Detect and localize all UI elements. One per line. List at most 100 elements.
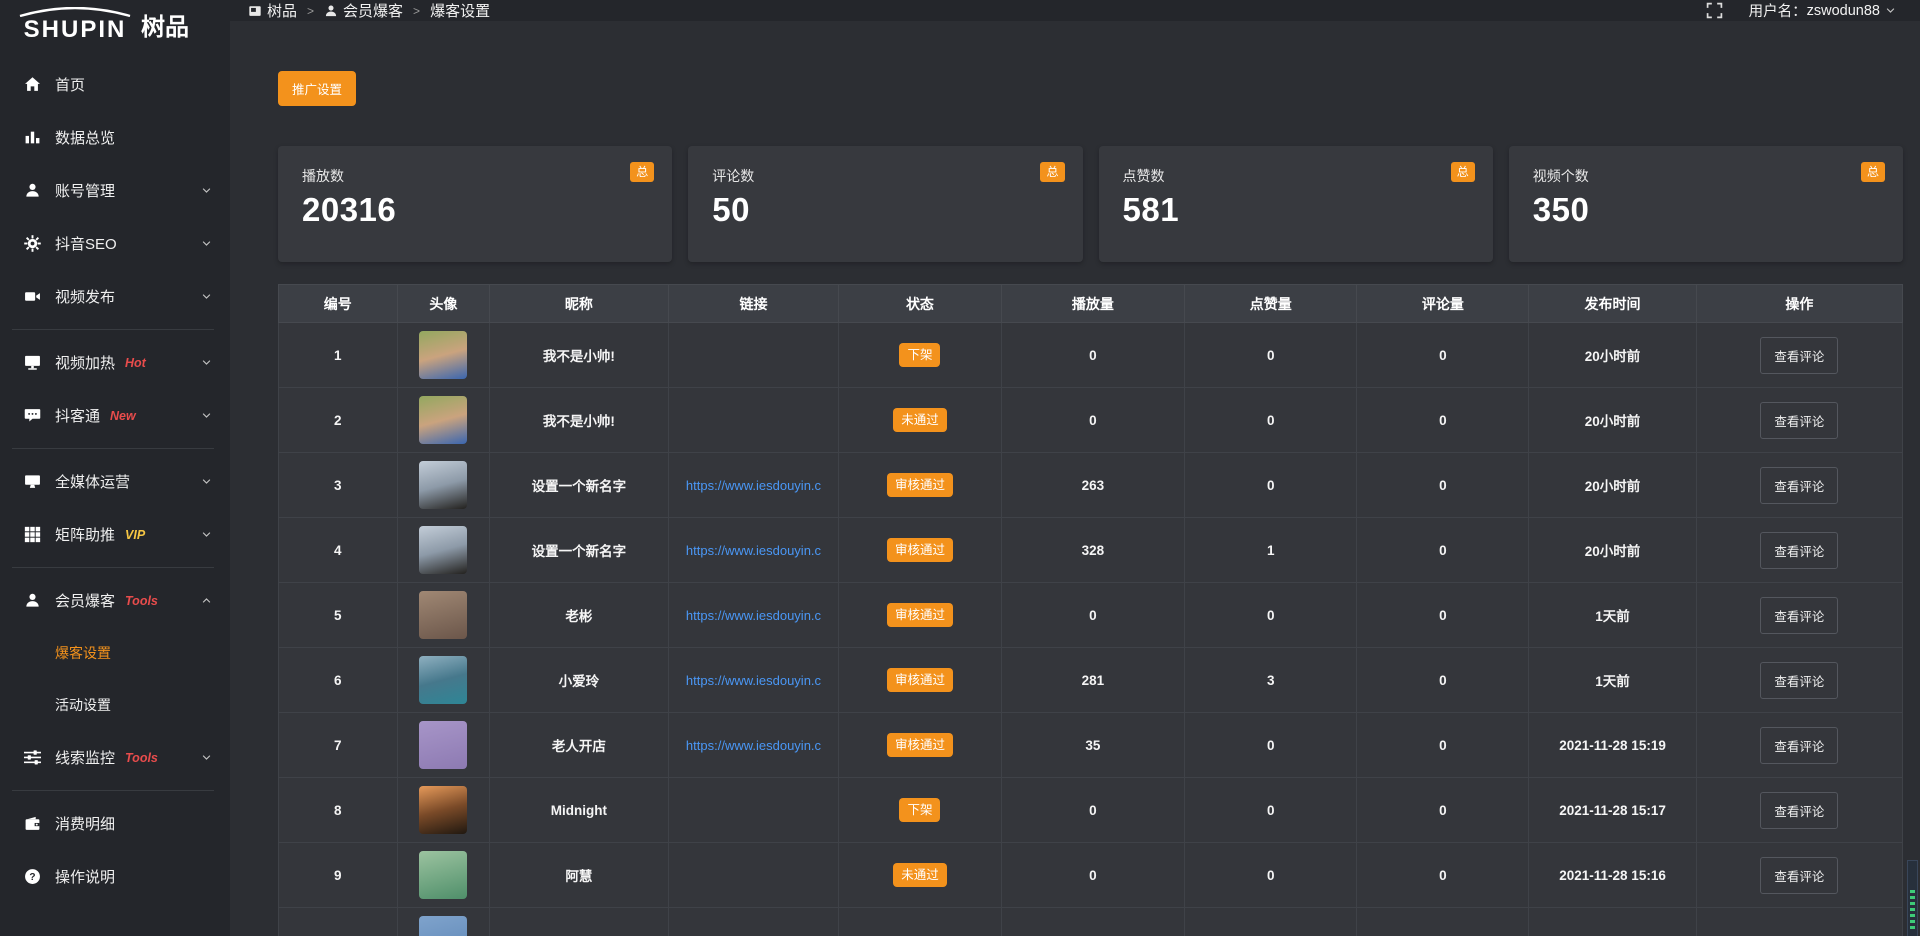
question-icon: ? bbox=[24, 868, 41, 885]
promo-settings-button[interactable]: 推广设置 bbox=[278, 71, 356, 106]
sidebar-item[interactable]: 视频加热Hot bbox=[0, 336, 230, 389]
column-header: 链接 bbox=[668, 285, 839, 323]
stat-label: 评论数 bbox=[712, 166, 1058, 186]
sidebar-item[interactable]: 会员爆客Tools bbox=[0, 574, 230, 627]
view-comments-button[interactable]: 查看评论 bbox=[1760, 727, 1838, 764]
video-link[interactable]: https://www.iesdouyin.c bbox=[686, 543, 821, 558]
records-table: 编号头像昵称链接状态播放量点赞量评论量发布时间操作 1我不是小帅!下架00020… bbox=[278, 284, 1903, 936]
avatar bbox=[419, 916, 467, 936]
video-link[interactable]: https://www.iesdouyin.c bbox=[686, 478, 821, 493]
sidebar-item[interactable]: 全媒体运营 bbox=[0, 455, 230, 508]
topbar-right: 用户名：zswodun88 bbox=[1706, 0, 1896, 21]
cell-nickname: 设置一个新名字 bbox=[490, 453, 669, 518]
video-link[interactable]: https://www.iesdouyin.c bbox=[686, 608, 821, 623]
cell-published: 20小时前 bbox=[1529, 323, 1696, 388]
cell-action: 查看评论 bbox=[1696, 843, 1902, 908]
cell-action: 查看评论 bbox=[1696, 778, 1902, 843]
status-badge: 审核通过 bbox=[887, 603, 953, 628]
column-header: 评论量 bbox=[1357, 285, 1529, 323]
sidebar-item[interactable]: 账号管理 bbox=[0, 164, 230, 217]
sidebar-item[interactable]: 数据总览 bbox=[0, 111, 230, 164]
sidebar-subitem-label: 爆客设置 bbox=[55, 643, 111, 663]
chart-icon bbox=[24, 129, 41, 146]
cell-comments: 0 bbox=[1357, 713, 1529, 778]
cell-status bbox=[839, 908, 1001, 936]
sidebar-item[interactable]: 抖音SEO bbox=[0, 217, 230, 270]
cell-avatar bbox=[397, 843, 490, 908]
sidebar-item[interactable]: 线索监控Tools bbox=[0, 731, 230, 784]
cell-likes: 0 bbox=[1185, 778, 1357, 843]
video-link[interactable]: https://www.iesdouyin.c bbox=[686, 738, 821, 753]
sidebar-subitem[interactable]: 爆客设置 bbox=[0, 627, 230, 679]
stat-value: 20316 bbox=[302, 191, 648, 229]
username-value: zswodun88 bbox=[1807, 3, 1880, 19]
cell-published: 1天前 bbox=[1529, 648, 1696, 713]
table-wrap: 编号头像昵称链接状态播放量点赞量评论量发布时间操作 1我不是小帅!下架00020… bbox=[278, 284, 1903, 936]
chevron-down-icon bbox=[201, 410, 212, 421]
breadcrumb-label: 爆客设置 bbox=[430, 0, 490, 21]
cell-nickname: 老人开店 bbox=[490, 713, 669, 778]
cell-status: 未通过 bbox=[839, 388, 1001, 453]
logo[interactable]: SHUPIN 树品 bbox=[0, 0, 230, 48]
cell-avatar bbox=[397, 908, 490, 936]
home-icon bbox=[24, 76, 41, 93]
view-comments-button[interactable]: 查看评论 bbox=[1760, 402, 1838, 439]
cell-comments: 0 bbox=[1357, 583, 1529, 648]
cell-action: 查看评论 bbox=[1696, 323, 1902, 388]
cell-published: 20小时前 bbox=[1529, 388, 1696, 453]
video-link[interactable]: https://www.iesdouyin.c bbox=[686, 673, 821, 688]
cell-link bbox=[668, 778, 839, 843]
column-header: 操作 bbox=[1696, 285, 1902, 323]
cell-nickname bbox=[490, 908, 669, 936]
cell-id: 4 bbox=[279, 518, 398, 583]
status-badge: 审核通过 bbox=[887, 538, 953, 563]
cell-link: https://www.iesdouyin.c bbox=[668, 713, 839, 778]
sidebar-item[interactable]: 消费明细 bbox=[0, 797, 230, 850]
sidebar-item[interactable]: 抖客通New bbox=[0, 389, 230, 442]
cell-avatar bbox=[397, 453, 490, 518]
sidebar-item[interactable]: ?操作说明 bbox=[0, 850, 230, 903]
view-comments-button[interactable]: 查看评论 bbox=[1760, 532, 1838, 569]
chevron-down-icon bbox=[201, 752, 212, 763]
breadcrumb-item[interactable]: 爆客设置 bbox=[430, 0, 490, 21]
view-comments-button[interactable]: 查看评论 bbox=[1760, 597, 1838, 634]
breadcrumb-item[interactable]: 会员爆客 bbox=[324, 0, 403, 21]
sidebar-subitem-label: 活动设置 bbox=[55, 695, 111, 715]
status-badge: 未通过 bbox=[893, 408, 947, 433]
cell-id: 2 bbox=[279, 388, 398, 453]
table-row: 9阿慧未通过0002021-11-28 15:16查看评论 bbox=[279, 843, 1903, 908]
view-comments-button[interactable]: 查看评论 bbox=[1760, 337, 1838, 374]
view-comments-button[interactable]: 查看评论 bbox=[1760, 857, 1838, 894]
cell-likes: 3 bbox=[1185, 648, 1357, 713]
cell-status: 未通过 bbox=[839, 843, 1001, 908]
sidebar-item-label: 视频加热 bbox=[55, 352, 115, 373]
cell-plays: 328 bbox=[1001, 518, 1185, 583]
view-comments-button[interactable]: 查看评论 bbox=[1760, 662, 1838, 699]
view-comments-button[interactable]: 查看评论 bbox=[1760, 467, 1838, 504]
cell-plays: 0 bbox=[1001, 583, 1185, 648]
avatar bbox=[419, 656, 467, 704]
cell-comments: 0 bbox=[1357, 453, 1529, 518]
gear-icon bbox=[24, 235, 41, 252]
column-header: 状态 bbox=[839, 285, 1001, 323]
sidebar-item-label: 会员爆客 bbox=[55, 590, 115, 611]
sidebar-item[interactable]: 矩阵助推VIP bbox=[0, 508, 230, 561]
column-header: 播放量 bbox=[1001, 285, 1185, 323]
fullscreen-icon[interactable] bbox=[1706, 2, 1723, 19]
cell-comments: 0 bbox=[1357, 778, 1529, 843]
cell-id: 9 bbox=[279, 843, 398, 908]
cell-action: 查看评论 bbox=[1696, 713, 1902, 778]
sidebar-item[interactable]: 视频发布 bbox=[0, 270, 230, 323]
sidebar-item-label: 账号管理 bbox=[55, 180, 115, 201]
sidebar-subitem[interactable]: 活动设置 bbox=[0, 679, 230, 731]
cell-published: 2021-11-28 15:17 bbox=[1529, 778, 1696, 843]
breadcrumb-item[interactable]: 树品 bbox=[248, 0, 297, 21]
avatar bbox=[419, 526, 467, 574]
scrollbar-thumb[interactable] bbox=[1907, 860, 1918, 936]
sidebar-item[interactable]: 首页 bbox=[0, 58, 230, 111]
breadcrumb-label: 树品 bbox=[267, 0, 297, 21]
sidebar-item-badge: VIP bbox=[125, 528, 145, 542]
cell-status: 审核通过 bbox=[839, 518, 1001, 583]
view-comments-button[interactable]: 查看评论 bbox=[1760, 792, 1838, 829]
username-menu[interactable]: 用户名：zswodun88 bbox=[1749, 0, 1896, 21]
